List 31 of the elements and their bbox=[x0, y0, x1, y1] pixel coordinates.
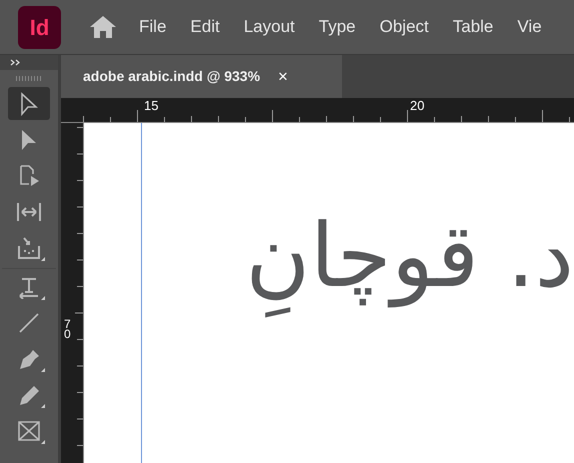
arabic-text: د. قوچانِ bbox=[246, 181, 574, 331]
corner-icon bbox=[41, 440, 45, 444]
expand-icon[interactable] bbox=[10, 59, 21, 66]
menu-item[interactable]: Vie bbox=[517, 14, 542, 40]
close-button[interactable]: × bbox=[278, 68, 288, 85]
gap-icon bbox=[16, 200, 42, 222]
menu-item[interactable]: Object bbox=[380, 14, 429, 40]
grip-icon[interactable] bbox=[16, 76, 42, 81]
ruler-label: 20 bbox=[410, 99, 424, 112]
menu-item[interactable]: Table bbox=[452, 14, 494, 40]
home-icon[interactable] bbox=[89, 15, 117, 39]
arrow-icon bbox=[20, 92, 38, 116]
frame-icon bbox=[17, 420, 41, 442]
ruler-label: 7 bbox=[64, 319, 71, 329]
menu-item[interactable]: Layout bbox=[244, 14, 295, 40]
corner-icon bbox=[41, 368, 45, 372]
document-tab[interactable]: adobe arabic.indd @ 933% × bbox=[61, 55, 342, 98]
corner-icon bbox=[41, 296, 45, 300]
collector-icon bbox=[17, 236, 41, 260]
app-logo[interactable]: Id bbox=[18, 6, 61, 48]
arrow-icon bbox=[20, 128, 38, 152]
page-icon bbox=[18, 164, 40, 188]
menu-item[interactable]: Edit bbox=[190, 14, 220, 40]
menu-item[interactable]: Type bbox=[318, 14, 356, 40]
ruler-label: 15 bbox=[144, 99, 158, 112]
ruler-label: 0 bbox=[64, 329, 71, 339]
corner-icon bbox=[41, 257, 45, 261]
menu-item[interactable]: File bbox=[139, 14, 166, 40]
corner-icon bbox=[41, 404, 45, 408]
line-icon bbox=[18, 312, 40, 334]
tool-button[interactable] bbox=[8, 87, 50, 120]
